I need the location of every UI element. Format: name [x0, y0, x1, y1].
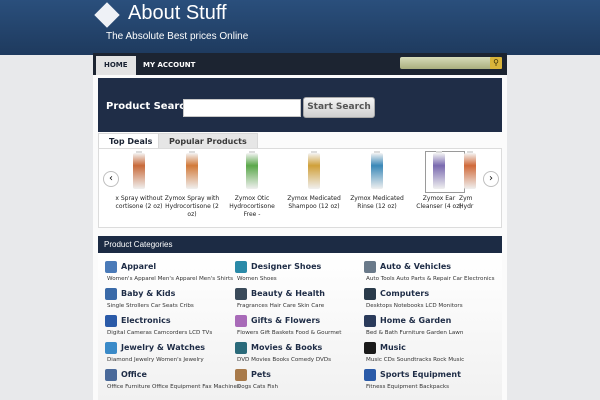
nav-home-tab[interactable]: HOME: [96, 56, 136, 75]
carousel-next-icon[interactable]: ›: [483, 171, 499, 187]
category-music: Music Music CDs Soundtracks Rock Music: [357, 337, 487, 363]
flower-icon[interactable]: [235, 315, 247, 327]
tab-top-deals[interactable]: Top Deals: [98, 133, 164, 149]
category-beauty-health: Beauty & Health Fragrances Hair Care Ski…: [228, 283, 358, 309]
category-title[interactable]: Auto & Vehicles: [380, 262, 451, 271]
category-sports-equipment: Sports Equipment Fitness Equipment Backp…: [357, 364, 487, 390]
category-apparel: Apparel Women's Apparel Men's Apparel Me…: [98, 256, 233, 282]
product-image[interactable]: [464, 153, 476, 189]
home-icon[interactable]: [364, 315, 376, 327]
category-title[interactable]: Baby & Kids: [121, 289, 175, 298]
category-links[interactable]: Desktops Notebooks LCD Monitors: [366, 303, 463, 309]
category-auto-vehicles: Auto & Vehicles Auto Tools Auto Parts & …: [357, 256, 495, 282]
category-title[interactable]: Pets: [251, 370, 271, 379]
category-home-garden: Home & Garden Bed & Bath Furniture Garde…: [357, 310, 487, 336]
product-image[interactable]: [433, 153, 445, 189]
category-title[interactable]: Beauty & Health: [251, 289, 325, 298]
product-image[interactable]: [371, 153, 383, 189]
category-computers: Computers Desktops Notebooks LCD Monitor…: [357, 283, 487, 309]
site-tagline: The Absolute Best prices Online: [106, 31, 249, 42]
category-links[interactable]: Women Shoes: [237, 276, 277, 282]
product-image[interactable]: [186, 153, 198, 189]
product-label[interactable]: Zym Hydr: [459, 195, 481, 211]
carousel-product[interactable]: Zymox Spray with Hydrocortisone (2 oz): [162, 151, 222, 225]
sports-icon[interactable]: [364, 369, 376, 381]
category-links[interactable]: Dogs Cats Fish: [237, 384, 278, 390]
product-carousel: ‹ x Spray without cortisone (2 oz) Zymox…: [98, 148, 502, 228]
product-label[interactable]: Zymox Medicated Rinse (12 oz): [347, 195, 407, 211]
category-links[interactable]: DVD Movies Books Comedy DVDs: [237, 357, 331, 363]
category-title[interactable]: Designer Shoes: [251, 262, 321, 271]
category-title[interactable]: Apparel: [121, 262, 156, 271]
shoe-icon[interactable]: [235, 261, 247, 273]
category-links[interactable]: Bed & Bath Furniture Garden Lawn: [366, 330, 463, 336]
car-icon[interactable]: [364, 261, 376, 273]
computer-icon[interactable]: [364, 288, 376, 300]
product-image[interactable]: [246, 153, 258, 189]
beauty-icon[interactable]: [235, 288, 247, 300]
product-label[interactable]: Zymox Spray with Hydrocortisone (2 oz): [162, 195, 222, 219]
stroller-icon[interactable]: [105, 288, 117, 300]
category-office: Office Office Furniture Office Equipment…: [98, 364, 240, 390]
category-title[interactable]: Music: [380, 343, 406, 352]
category-title[interactable]: Movies & Books: [251, 343, 322, 352]
category-title[interactable]: Office: [121, 370, 147, 379]
diamond-icon[interactable]: [105, 342, 117, 354]
paw-icon[interactable]: [235, 369, 247, 381]
product-image[interactable]: [133, 153, 145, 189]
music-icon[interactable]: [364, 342, 376, 354]
tv-icon[interactable]: [105, 315, 117, 327]
shirt-icon[interactable]: [105, 261, 117, 273]
category-pets: Pets Dogs Cats Fish: [228, 364, 358, 390]
product-search-input[interactable]: [183, 99, 301, 117]
category-links[interactable]: Flowers Gift Baskets Food & Gourmet: [237, 330, 341, 336]
film-icon[interactable]: [235, 342, 247, 354]
product-image[interactable]: [308, 153, 320, 189]
carousel-product[interactable]: Zymox Medicated Rinse (12 oz): [347, 151, 407, 225]
category-links[interactable]: Fragrances Hair Care Skin Care: [237, 303, 324, 309]
product-label[interactable]: Zymox Otic Hydrocortisone Free -: [222, 195, 282, 219]
product-label[interactable]: x Spray without cortisone (2 oz): [109, 195, 169, 211]
product-search-panel: Product Search Start Search: [98, 78, 502, 132]
nav-my-account-tab[interactable]: MY ACCOUNT: [135, 56, 203, 75]
category-links[interactable]: Fitness Equipment Backpacks: [366, 384, 449, 390]
start-search-button[interactable]: Start Search: [303, 97, 375, 118]
product-label[interactable]: Zymox Medicated Shampoo (12 oz): [284, 195, 344, 211]
product-categories-header: Product Categories: [98, 236, 502, 253]
carousel-product[interactable]: Zym Hydr: [459, 151, 481, 225]
carousel-product[interactable]: Zymox Medicated Shampoo (12 oz): [284, 151, 344, 225]
category-links[interactable]: Office Furniture Office Equipment Fax Ma…: [107, 384, 240, 390]
category-title[interactable]: Jewelry & Watches: [121, 343, 205, 352]
main-nav: HOME MY ACCOUNT ⚲: [93, 53, 507, 75]
category-jewelry-watches: Jewelry & Watches Diamond Jewelry Women'…: [98, 337, 228, 363]
category-title[interactable]: Gifts & Flowers: [251, 316, 320, 325]
site-header: [0, 0, 600, 55]
category-links[interactable]: Diamond Jewelry Women's Jewelry: [107, 357, 204, 363]
category-movies-books: Movies & Books DVD Movies Books Comedy D…: [228, 337, 358, 363]
category-title[interactable]: Electronics: [121, 316, 171, 325]
site-title[interactable]: About Stuff: [128, 2, 227, 25]
category-title[interactable]: Computers: [380, 289, 429, 298]
product-categories-grid: Apparel Women's Apparel Men's Apparel Me…: [98, 253, 502, 400]
category-links[interactable]: Single Strollers Car Seats Cribs: [107, 303, 194, 309]
carousel-product[interactable]: Zymox Otic Hydrocortisone Free -: [222, 151, 282, 225]
nav-search-input[interactable]: [400, 57, 495, 69]
category-title[interactable]: Sports Equipment: [380, 370, 461, 379]
category-title[interactable]: Home & Garden: [380, 316, 451, 325]
tab-popular-products[interactable]: Popular Products: [158, 133, 258, 149]
search-icon[interactable]: ⚲: [490, 57, 502, 69]
category-links[interactable]: Digital Cameras Camcorders LCD TVs: [107, 330, 212, 336]
product-search-label: Product Search: [106, 101, 193, 112]
category-baby-kids: Baby & Kids Single Strollers Car Seats C…: [98, 283, 228, 309]
category-links[interactable]: Auto Tools Auto Parts & Repair Car Elect…: [366, 276, 495, 282]
category-links[interactable]: Music CDs Soundtracks Rock Music: [366, 357, 464, 363]
category-gifts-flowers: Gifts & Flowers Flowers Gift Baskets Foo…: [228, 310, 358, 336]
carousel-product[interactable]: x Spray without cortisone (2 oz): [109, 151, 169, 225]
category-links[interactable]: Women's Apparel Men's Apparel Men's Shir…: [107, 276, 233, 282]
office-icon[interactable]: [105, 369, 117, 381]
category-electronics: Electronics Digital Cameras Camcorders L…: [98, 310, 228, 336]
category-designer-shoes: Designer Shoes Women Shoes: [228, 256, 358, 282]
